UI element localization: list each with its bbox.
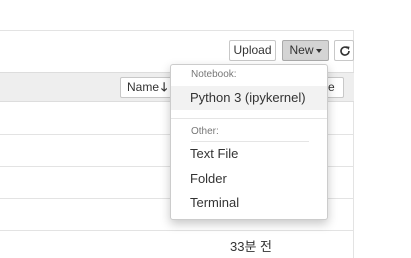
new-button[interactable]: New (282, 40, 329, 61)
sort-name-label: Name (127, 80, 160, 94)
list-border-right (353, 30, 354, 258)
new-button-label: New (289, 43, 314, 57)
new-dropdown-menu: Notebook: Python 3 (ipykernel) Other: Te… (170, 64, 328, 220)
row-divider (0, 230, 354, 231)
menu-item-text-file[interactable]: Text File (171, 142, 327, 166)
menu-item-python3-kernel[interactable]: Python 3 (ipykernel) (171, 86, 327, 110)
menu-item-folder[interactable]: Folder (171, 167, 327, 191)
menu-item-terminal[interactable]: Terminal (171, 191, 327, 215)
row-modified-time: 33분 전 (230, 239, 272, 254)
other-section-header: Other: (191, 126, 219, 137)
refresh-icon (340, 46, 350, 56)
caret-down-icon (315, 48, 322, 53)
refresh-button[interactable] (334, 40, 354, 61)
notebook-section-header: Notebook: (191, 69, 237, 80)
toolbar-divider (0, 30, 354, 31)
menu-divider (171, 118, 327, 119)
upload-button[interactable]: Upload (229, 40, 276, 61)
sort-by-name-button[interactable]: Name 🡓 (120, 77, 176, 98)
sort-down-arrow-icon: 🡓 (161, 80, 168, 94)
